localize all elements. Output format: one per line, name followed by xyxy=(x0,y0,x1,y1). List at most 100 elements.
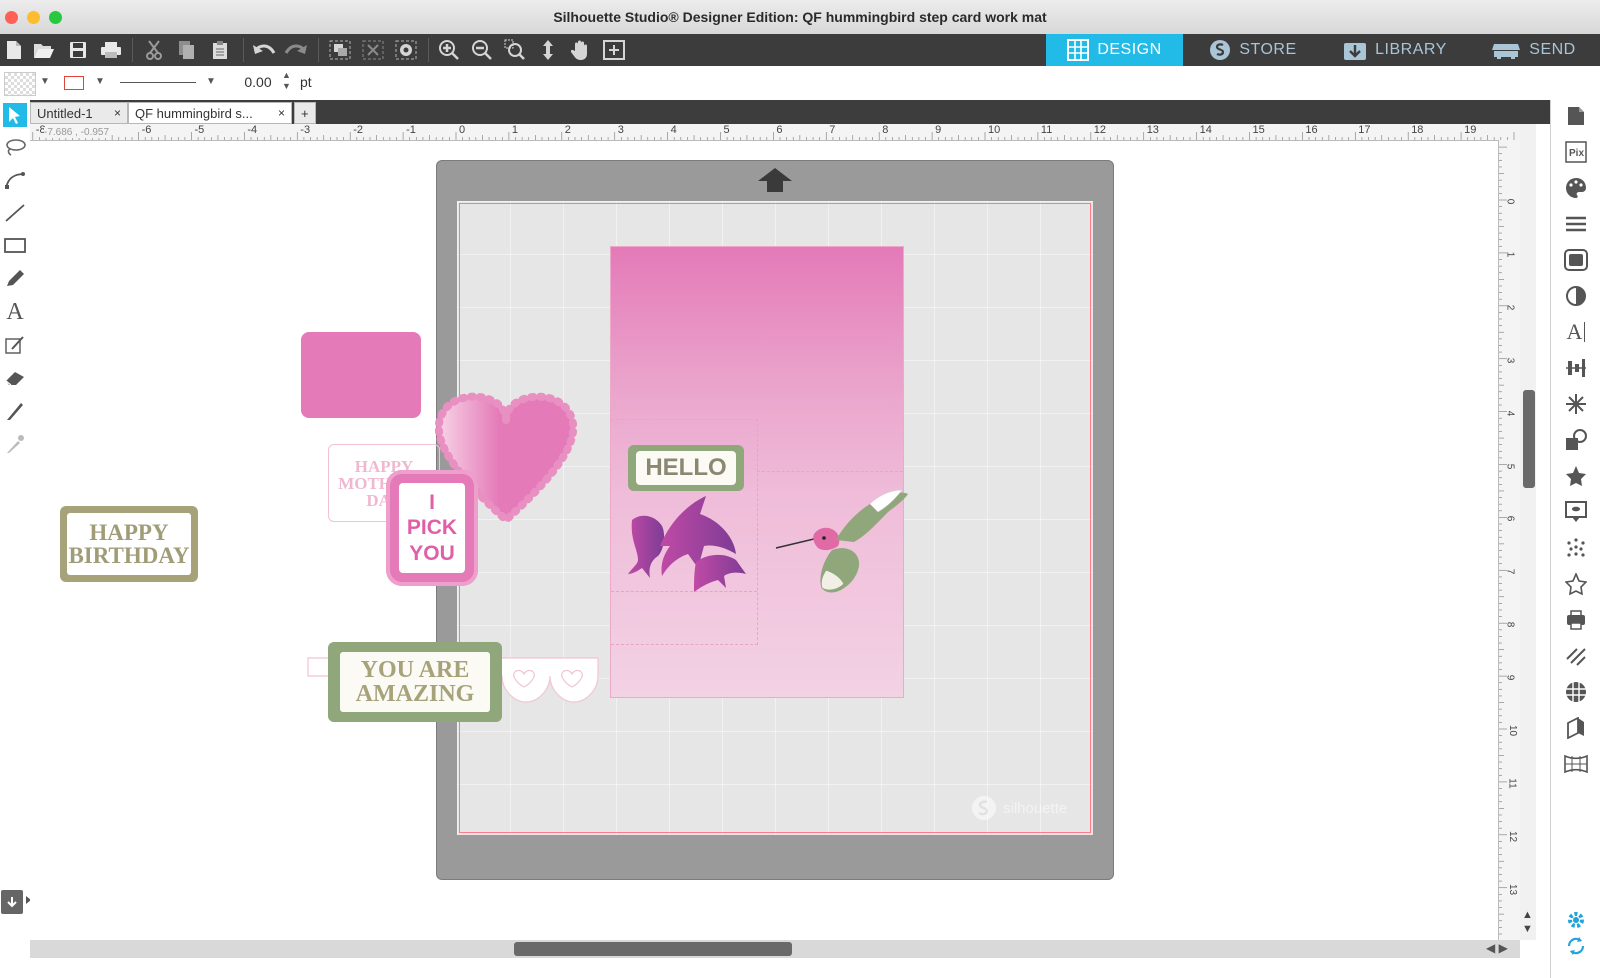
replicate-icon[interactable] xyxy=(1564,428,1588,452)
3d-fold-icon[interactable] xyxy=(1564,716,1588,740)
watermark-text: silhouette xyxy=(1003,799,1068,817)
ruler-label: 1 xyxy=(511,124,519,136)
print-cut-icon[interactable] xyxy=(1564,608,1588,632)
tab-library[interactable]: LIBRARY xyxy=(1323,34,1467,66)
cut-icon[interactable] xyxy=(142,38,166,62)
select-tool-icon[interactable] xyxy=(3,103,27,127)
tab-store[interactable]: STORE xyxy=(1183,34,1323,66)
ruler-label: 4 xyxy=(1504,410,1516,416)
ruler-label: 11 xyxy=(1506,778,1518,789)
fill-color-swatch[interactable] xyxy=(4,72,36,96)
modify-star-icon[interactable] xyxy=(1564,464,1588,488)
align-icon[interactable] xyxy=(1564,356,1588,380)
i-pick-you-sentiment[interactable]: I PICK YOU xyxy=(386,470,478,586)
ruler-label: 0 xyxy=(459,124,466,136)
sketch-icon[interactable] xyxy=(1564,644,1588,668)
zoom-selection-icon[interactable] xyxy=(503,38,527,62)
redo-icon[interactable] xyxy=(284,38,308,62)
undo-icon[interactable] xyxy=(252,38,276,62)
vertical-scroll-thumb[interactable] xyxy=(1523,390,1535,488)
pan-hand-icon[interactable] xyxy=(569,38,593,62)
design-canvas[interactable]: -8 -6 -5 -4 -3 -2 -1 0 1 2 3 4 5 6 7 8 9 10 11 12 13 14 15 16 17… xyxy=(30,124,1520,940)
fill-dropdown-arrow-icon[interactable]: ▼ xyxy=(40,76,50,87)
zoom-out-icon[interactable] xyxy=(470,38,494,62)
media-panel-toggle-icon[interactable] xyxy=(1,890,23,914)
close-tab-icon[interactable]: × xyxy=(278,106,285,120)
tab-design-label: DESIGN xyxy=(1097,41,1162,58)
library-star-icon[interactable] xyxy=(1564,572,1588,596)
line-width-stepper[interactable]: ▲ ▼ xyxy=(282,70,291,92)
pencil-tool-icon[interactable] xyxy=(3,267,27,291)
line-width-input[interactable]: 0.00 xyxy=(238,74,278,94)
line-style-icon[interactable] xyxy=(1564,212,1588,236)
line-color-dropdown-arrow-icon[interactable]: ▼ xyxy=(95,76,105,87)
drag-zoom-icon[interactable] xyxy=(536,38,560,62)
pixscan-icon[interactable]: Pix xyxy=(1564,140,1588,164)
ruler-label: 6 xyxy=(776,124,783,136)
tab-design[interactable]: DESIGN xyxy=(1046,34,1183,66)
ruler-label: 4 xyxy=(670,124,677,136)
close-tab-icon[interactable]: × xyxy=(114,106,121,120)
eyedropper-tool-icon[interactable] xyxy=(3,432,27,456)
silhouette-logo-icon xyxy=(972,796,996,820)
paste-icon[interactable] xyxy=(208,38,232,62)
ruler-label: 3 xyxy=(1504,357,1516,363)
print-button[interactable] xyxy=(99,38,123,62)
transform-icon[interactable] xyxy=(1564,392,1588,416)
make-compound-path-icon[interactable] xyxy=(394,38,418,62)
save-button[interactable] xyxy=(66,38,90,62)
page-setup-icon[interactable] xyxy=(1564,104,1588,128)
trace-icon[interactable] xyxy=(1564,536,1588,560)
fit-to-page-icon[interactable] xyxy=(602,38,626,62)
ruler-label: 9 xyxy=(1504,674,1516,681)
line-style-dropdown-arrow-icon[interactable]: ▼ xyxy=(206,76,216,87)
ruler-label: 0 xyxy=(1504,198,1516,205)
fill-pattern-icon[interactable] xyxy=(1564,248,1588,272)
draw-text-tool-icon[interactable] xyxy=(3,333,27,357)
group-icon[interactable] xyxy=(328,38,352,62)
add-tab-button[interactable]: + xyxy=(294,102,316,124)
fill-palette-icon[interactable] xyxy=(1564,176,1588,200)
ruler-label: -1 xyxy=(406,124,416,136)
open-folder-button[interactable] xyxy=(32,38,56,62)
warp-icon[interactable] xyxy=(1564,752,1588,776)
text-style-icon[interactable]: A xyxy=(1564,319,1588,344)
settings-gear-icon[interactable] xyxy=(1564,908,1588,932)
hummingbird-image[interactable] xyxy=(774,484,910,602)
eraser-tool-icon[interactable] xyxy=(3,366,27,390)
vertical-scroll-arrows[interactable]: ▲ ▼ xyxy=(1522,908,1533,936)
tab-send[interactable]: SEND xyxy=(1467,34,1600,66)
ruler-label: 7 xyxy=(829,124,836,136)
line-style-selector[interactable] xyxy=(120,82,196,83)
offset-icon[interactable] xyxy=(1564,500,1588,524)
doc-tab-hummingbird[interactable]: QF hummingbird s... × xyxy=(128,102,292,124)
ungroup-icon[interactable] xyxy=(361,38,385,62)
sync-icon[interactable] xyxy=(1564,934,1588,958)
copy-icon[interactable] xyxy=(175,38,199,62)
pink-tag-shape[interactable] xyxy=(301,332,421,418)
doc-tab-untitled[interactable]: Untitled-1 × xyxy=(30,102,128,124)
horizontal-scroll-thumb[interactable] xyxy=(514,942,792,956)
vertical-scrollbar[interactable]: ▲ ▼ xyxy=(1520,124,1536,940)
ruler-label: 3 xyxy=(617,124,624,136)
window-title: Silhouette Studio® Designer Edition: QF … xyxy=(553,9,1047,25)
point-edit-tool-icon[interactable] xyxy=(3,168,27,192)
new-document-button[interactable] xyxy=(2,38,26,62)
happy-birthday-sentiment[interactable]: HAPPY BIRTHDAY xyxy=(60,506,198,582)
nesting-grid-icon[interactable] xyxy=(1564,680,1588,704)
coord-y: -0.957 xyxy=(80,127,110,138)
line-tool-icon[interactable] xyxy=(3,201,27,225)
transparency-icon[interactable] xyxy=(1564,284,1588,308)
hello-sentiment[interactable]: HELLO xyxy=(628,445,744,491)
horizontal-scroll-arrows[interactable]: ◀ ▶ xyxy=(1486,941,1508,955)
text-tool-icon[interactable]: A xyxy=(3,299,27,325)
lasso-tool-icon[interactable] xyxy=(3,135,27,159)
line-color-swatch[interactable] xyxy=(64,76,84,90)
ruler-label: 12 xyxy=(1507,830,1519,842)
dolphins-image[interactable] xyxy=(624,492,748,594)
rectangle-tool-icon[interactable] xyxy=(3,234,27,258)
you-are-amazing-sentiment[interactable]: YOU ARE AMAZING xyxy=(328,642,502,722)
horizontal-scrollbar[interactable]: ◀ ▶ xyxy=(30,940,1520,958)
knife-tool-icon[interactable] xyxy=(3,399,27,423)
zoom-in-icon[interactable] xyxy=(437,38,461,62)
